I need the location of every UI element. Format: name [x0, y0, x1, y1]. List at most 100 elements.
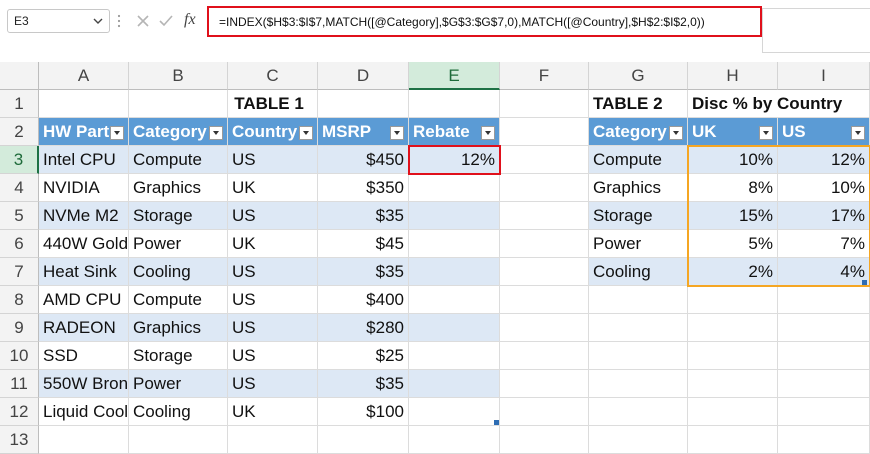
- grid-cell[interactable]: [688, 342, 778, 370]
- filter-dropdown-icon[interactable]: [481, 126, 495, 140]
- table1-cell[interactable]: [409, 230, 500, 258]
- filter-dropdown-icon[interactable]: [759, 126, 773, 140]
- grid-cell[interactable]: [129, 426, 228, 454]
- grid-cell[interactable]: [589, 286, 688, 314]
- row-header-9[interactable]: 9: [0, 314, 39, 342]
- table1-cell[interactable]: [409, 286, 500, 314]
- table1-cell[interactable]: [409, 202, 500, 230]
- table1-cell[interactable]: Heat Sink: [39, 258, 129, 286]
- column-header-i[interactable]: I: [778, 62, 870, 90]
- filter-dropdown-icon[interactable]: [851, 126, 865, 140]
- filter-dropdown-icon[interactable]: [669, 126, 683, 140]
- table1-header-0[interactable]: HW Part: [39, 118, 129, 146]
- grid-cell[interactable]: [409, 426, 500, 454]
- column-header-e[interactable]: E: [409, 62, 500, 90]
- table1-cell[interactable]: AMD CPU: [39, 286, 129, 314]
- column-header-g[interactable]: G: [589, 62, 688, 90]
- table1-cell[interactable]: Storage: [129, 342, 228, 370]
- grid-cell[interactable]: [500, 174, 589, 202]
- row-header-11[interactable]: 11: [0, 370, 39, 398]
- filter-dropdown-icon[interactable]: [390, 126, 404, 140]
- row-header-2[interactable]: 2: [0, 118, 39, 146]
- table1-cell[interactable]: Compute: [129, 286, 228, 314]
- table1-cell[interactable]: 550W Bronze: [39, 370, 129, 398]
- table1-cell[interactable]: Cooling: [129, 258, 228, 286]
- table1-cell[interactable]: UK: [228, 230, 318, 258]
- table1-cell[interactable]: $450: [318, 146, 409, 174]
- grid-cell[interactable]: [688, 398, 778, 426]
- table1-cell[interactable]: Graphics: [129, 314, 228, 342]
- row-header-8[interactable]: 8: [0, 286, 39, 314]
- select-all-corner[interactable]: [0, 62, 39, 90]
- table1-cell[interactable]: Power: [129, 230, 228, 258]
- grid-cell[interactable]: [500, 90, 589, 118]
- table2-cell[interactable]: Compute: [589, 146, 688, 174]
- table1-cell[interactable]: [409, 314, 500, 342]
- grid-cell[interactable]: [688, 314, 778, 342]
- table1-cell[interactable]: $400: [318, 286, 409, 314]
- column-header-a[interactable]: A: [39, 62, 129, 90]
- row-header-1[interactable]: 1: [0, 90, 39, 118]
- grid-cell[interactable]: [778, 342, 870, 370]
- grid-cell[interactable]: [500, 118, 589, 146]
- grid-cell[interactable]: [589, 370, 688, 398]
- grid-cell[interactable]: [778, 370, 870, 398]
- row-header-3[interactable]: 3: [0, 146, 39, 174]
- table1-cell[interactable]: $35: [318, 370, 409, 398]
- grid-cell[interactable]: [500, 146, 589, 174]
- table1-resize-handle[interactable]: [494, 420, 499, 425]
- table1-cell[interactable]: $35: [318, 202, 409, 230]
- table1-cell[interactable]: UK: [228, 398, 318, 426]
- table1-cell[interactable]: Cooling: [129, 398, 228, 426]
- table1-cell[interactable]: $25: [318, 342, 409, 370]
- table1-cell[interactable]: Graphics: [129, 174, 228, 202]
- grid-cell[interactable]: [500, 398, 589, 426]
- drag-handle-icon[interactable]: [117, 13, 121, 29]
- grid-cell[interactable]: [589, 342, 688, 370]
- row-header-4[interactable]: 4: [0, 174, 39, 202]
- table1-cell[interactable]: NVMe M2: [39, 202, 129, 230]
- grid-cell[interactable]: [589, 314, 688, 342]
- grid-cell[interactable]: [318, 426, 409, 454]
- grid-cell[interactable]: [688, 426, 778, 454]
- table1-cell[interactable]: RADEON: [39, 314, 129, 342]
- column-header-c[interactable]: C: [228, 62, 318, 90]
- table2-cell[interactable]: Storage: [589, 202, 688, 230]
- table1-cell[interactable]: UK: [228, 174, 318, 202]
- table1-header-4[interactable]: Rebate: [409, 118, 500, 146]
- grid-cell[interactable]: [500, 258, 589, 286]
- grid-cell[interactable]: [589, 398, 688, 426]
- column-header-d[interactable]: D: [318, 62, 409, 90]
- filter-dropdown-icon[interactable]: [209, 126, 223, 140]
- formula-input[interactable]: =INDEX($H$3:$I$7,MATCH([@Category],$G$3:…: [207, 6, 762, 37]
- row-header-12[interactable]: 12: [0, 398, 39, 426]
- table1-cell[interactable]: Power: [129, 370, 228, 398]
- row-header-6[interactable]: 6: [0, 230, 39, 258]
- name-box[interactable]: E3: [7, 9, 110, 33]
- table1-cell[interactable]: $100: [318, 398, 409, 426]
- row-header-7[interactable]: 7: [0, 258, 39, 286]
- grid-cell[interactable]: [500, 426, 589, 454]
- table2-header-0[interactable]: Category: [589, 118, 688, 146]
- table1-header-3[interactable]: MSRP: [318, 118, 409, 146]
- table1-cell[interactable]: $45: [318, 230, 409, 258]
- row-header-10[interactable]: 10: [0, 342, 39, 370]
- grid-cell[interactable]: [778, 314, 870, 342]
- grid-cell[interactable]: [500, 202, 589, 230]
- table1-title[interactable]: TABLE 1: [39, 90, 500, 118]
- row-header-13[interactable]: 13: [0, 426, 39, 454]
- table1-cell[interactable]: Storage: [129, 202, 228, 230]
- table1-cell[interactable]: US: [228, 202, 318, 230]
- close-icon[interactable]: [136, 14, 150, 28]
- table2-cell[interactable]: Cooling: [589, 258, 688, 286]
- filter-dropdown-icon[interactable]: [110, 126, 124, 140]
- table1-cell[interactable]: US: [228, 342, 318, 370]
- grid-cell[interactable]: [778, 398, 870, 426]
- table2-header-2[interactable]: US: [778, 118, 870, 146]
- grid-cell[interactable]: [778, 286, 870, 314]
- filter-dropdown-icon[interactable]: [299, 126, 313, 140]
- table1-cell[interactable]: $350: [318, 174, 409, 202]
- table1-cell[interactable]: US: [228, 146, 318, 174]
- grid-cell[interactable]: [589, 426, 688, 454]
- table1-header-2[interactable]: Country: [228, 118, 318, 146]
